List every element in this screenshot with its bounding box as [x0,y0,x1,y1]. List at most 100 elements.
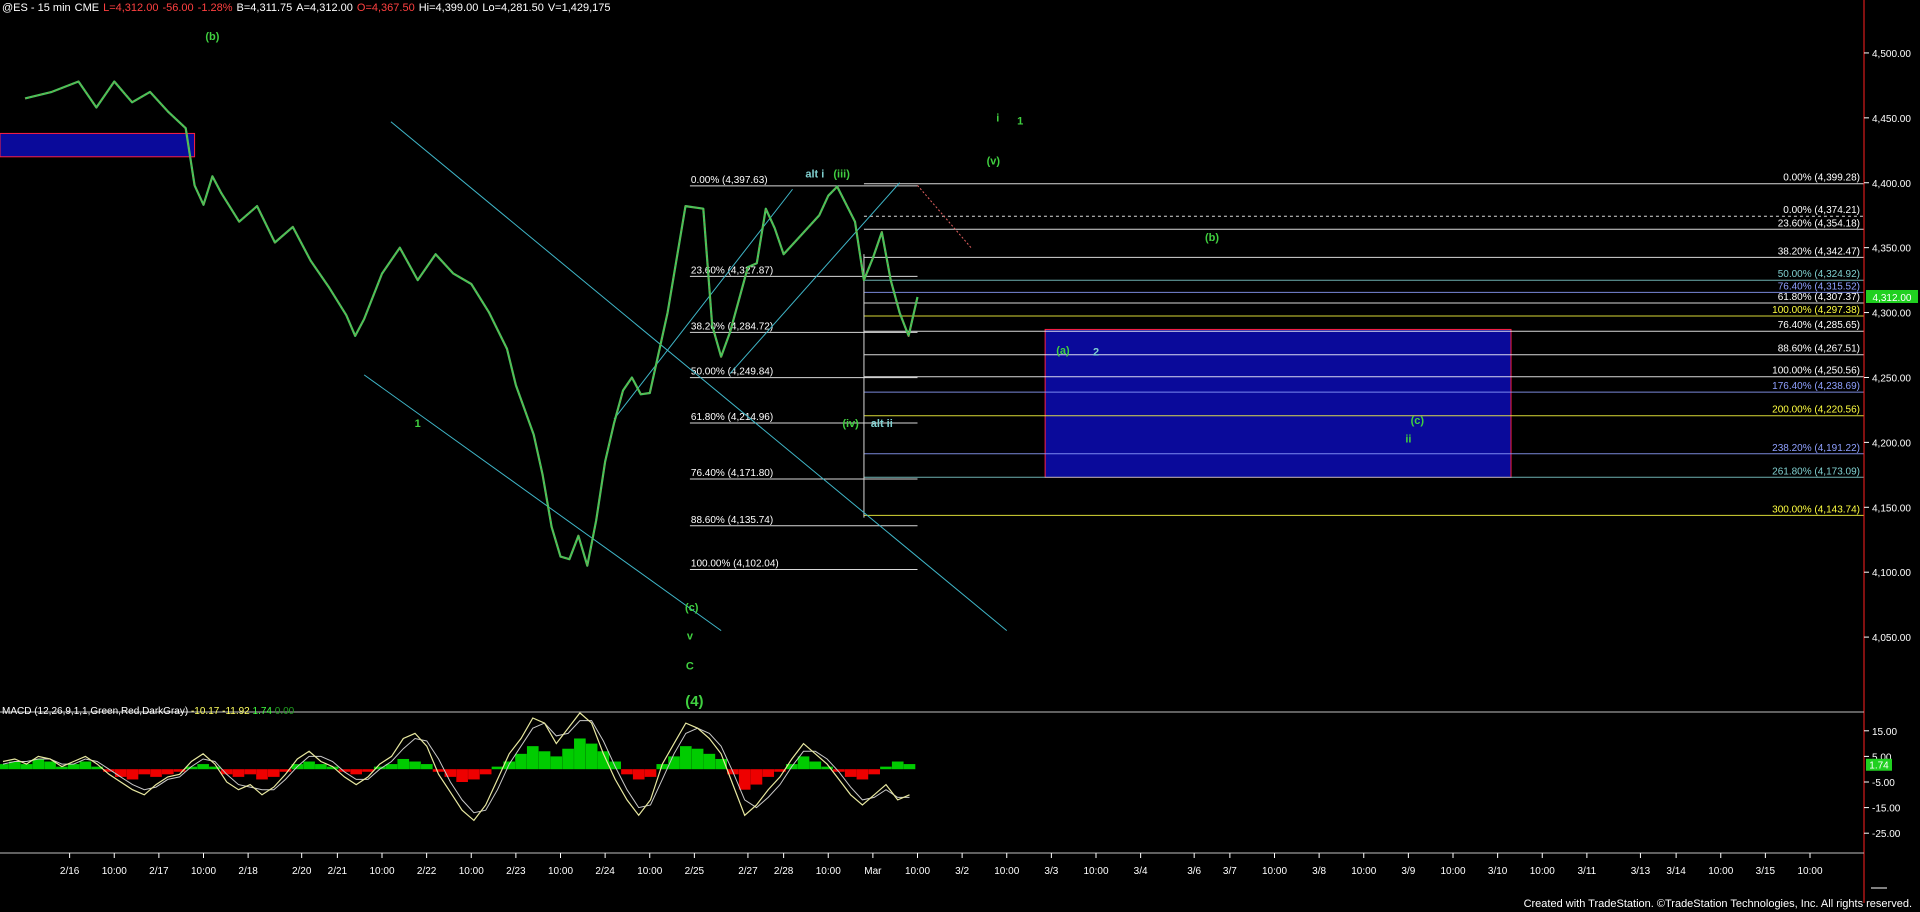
fib-right-label: 50.00% (4,324.92) [1778,269,1860,280]
macd-hist-bar [856,769,869,780]
time-tick-label: 10:00 [905,866,930,877]
price-tick-label: 4,200.00 [1872,438,1911,449]
macd-hist-bar [267,769,280,777]
macd-hist-bar [244,769,257,775]
macd-value-3: 1.74 [252,706,272,717]
time-tick-label: 10:00 [191,866,216,877]
macd-hist-bar [621,769,633,775]
time-tick-label: 2/27 [738,866,758,877]
symbol-header: @ES - 15 min CME L=4,312.00 -56.00 -1.28% B=4… [2,2,615,14]
fib-right-label: 61.80% (4,307.37) [1778,292,1860,303]
fib-left-label: 0.00% (4,397.63) [691,175,768,186]
time-tick-label: 3/8 [1312,866,1326,877]
volume: V=1,429,175 [547,2,611,14]
macd-hist-bar [762,769,775,777]
macd-hist-bar [479,769,492,775]
wave-label: (v) [987,156,1001,168]
time-tick-label: 2/20 [292,866,312,877]
macd-hist-bar [409,761,421,770]
macd-hist-bar [114,769,127,777]
fib-right-label: 23.60% (4,354.18) [1778,218,1860,229]
time-tick-label: 3/10 [1488,866,1508,877]
fib-right-label: 238.20% (4,191.22) [1772,443,1860,454]
macd-hist-bar [421,764,433,770]
fib-left-label: 88.60% (4,135.74) [691,515,773,526]
time-tick-label: 10:00 [548,866,573,877]
macd-hist-bar [703,753,716,770]
wave-label: ii [1405,433,1411,445]
wave-label: 2 [1093,346,1099,358]
macd-hist-bar [362,769,374,772]
macd-hist-bar [385,764,398,770]
time-tick-label: 10:00 [1262,866,1287,877]
macd-hist-bar [303,761,315,770]
time-tick-label: 10:00 [1530,866,1555,877]
time-tick-label: Mar [864,866,882,877]
macd-hist-bar [891,761,904,770]
wave-label: 1 [1017,115,1023,127]
time-tick-label: 2/28 [774,866,794,877]
price-chart[interactable]: 0.00% (4,397.63)23.60% (4,327.87)38.20% … [0,0,1920,912]
time-tick-label: 2/23 [506,866,526,877]
fib-right-label: 76.40% (4,315.52) [1778,281,1860,292]
wave-label: 1 [415,418,421,430]
macd-hist-bar [903,764,916,770]
macd-tick-label: -5.00 [1872,778,1895,789]
fib-right-label: 100.00% (4,297.38) [1772,305,1860,316]
bid-price: B=4,311.75 [236,2,293,14]
fib-left-label: 76.40% (4,171.80) [691,468,773,479]
time-tick-label: 3/7 [1223,866,1237,877]
macd-hist-bar [491,766,504,770]
fib-right-label: 76.40% (4,285.65) [1778,320,1860,331]
time-tick-label: 2/21 [328,866,348,877]
time-tick-label: 10:00 [1083,866,1108,877]
ask-price: A=4,312.00 [296,2,353,14]
macd-hist-bar [880,766,892,770]
macd-hist-bar [515,753,527,770]
wave-label: (b) [205,31,219,43]
macd-hist-bar [44,761,56,770]
time-tick-label: 3/11 [1578,866,1597,877]
macd-hist-bar [397,758,410,770]
price-tick-label: 4,450.00 [1872,114,1911,125]
fib-right-label: 176.40% (4,238.69) [1772,381,1860,392]
macd-label[interactable]: MACD (12,26,9,1,1,Green,Red,DarkGray) [2,706,188,717]
price-tick-label: 4,100.00 [1872,568,1911,579]
wave-label: v [687,631,694,643]
macd-hist-bar [79,761,92,770]
price-tick-label: 4,300.00 [1872,309,1911,320]
price-tick-label: 4,150.00 [1872,503,1911,514]
macd-current-label: 1.74 [1869,761,1889,772]
price-change-pct: -1.28% [197,2,233,14]
time-tick-label: 10:00 [994,866,1019,877]
time-tick-label: 3/6 [1187,866,1201,877]
macd-hist-bar [844,769,857,777]
time-tick-label: 10:00 [1708,866,1733,877]
macd-value-2: -11.92 [222,706,250,717]
fib-right-label: 88.60% (4,267.51) [1778,344,1860,355]
time-tick-label: 3/3 [1044,866,1058,877]
macd-hist-bar [562,748,574,770]
resistance-box [0,132,196,158]
symbol-label[interactable]: @ES - 15 min [2,2,71,14]
fib-right-label: 261.80% (4,173.09) [1772,466,1860,477]
macd-hist-bar [197,764,209,770]
time-tick-label: 10:00 [1351,866,1376,877]
macd-hist-bar [585,743,598,770]
time-tick-label: 3/2 [955,866,969,877]
footer-credit: Created with TradeStation. ©TradeStation… [1523,898,1912,910]
price-tick-label: 4,250.00 [1872,373,1911,384]
last-price-tag-label: 4,312.00 [1873,293,1912,304]
price-change: -56.00 [162,2,194,14]
time-tick-label: 10:00 [1440,866,1465,877]
time-tick-label: 10:00 [102,866,127,877]
fib-left-label: 50.00% (4,249.84) [691,367,773,378]
wave-label: (iii) [833,169,850,181]
macd-hist-bar [0,764,9,770]
time-tick-label: 2/17 [149,866,169,877]
macd-value-4: 0.00 [274,706,295,717]
time-tick-label: 2/18 [238,866,258,877]
macd-hist-bar [632,769,645,780]
wave-label: C [686,661,694,673]
macd-hist-bar [232,769,245,777]
